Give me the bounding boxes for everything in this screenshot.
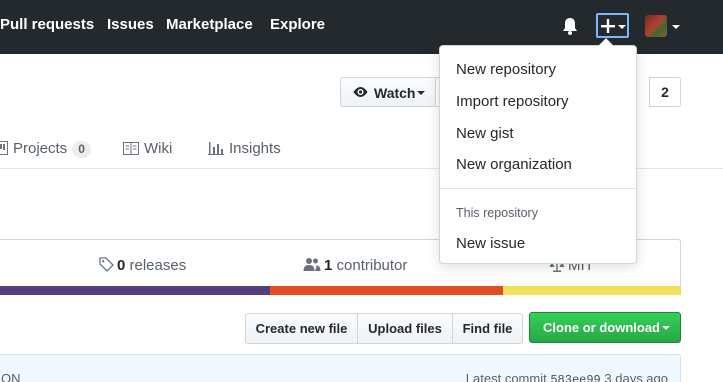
watch-button[interactable]: Watch	[340, 77, 436, 107]
contributors-count: 1	[324, 257, 333, 274]
upload-files-button[interactable]: Upload files	[357, 313, 453, 344]
latest-commit-info: Latest commit 583ee99 3 days ago	[466, 371, 668, 382]
releases-link[interactable]: 0 releases	[99, 257, 186, 274]
tag-icon	[99, 257, 114, 272]
menu-section-header: This repository	[456, 206, 538, 220]
releases-label: releases	[129, 257, 187, 274]
commit-message-fragment[interactable]: ON	[1, 371, 21, 382]
menu-divider	[440, 188, 636, 189]
nav-pull-requests[interactable]: Pull requests	[0, 16, 94, 33]
language-segment[interactable]	[0, 286, 270, 295]
eye-icon	[353, 87, 368, 97]
create-new-button[interactable]	[596, 13, 629, 38]
tab-wiki-label: Wiki	[144, 140, 173, 157]
latest-commit-label: Latest commit	[465, 371, 547, 382]
contributors-link[interactable]: 1 contributor	[303, 257, 407, 274]
clone-download-button[interactable]: Clone or download	[529, 312, 681, 343]
chevron-down-icon	[417, 91, 425, 95]
project-icon	[0, 141, 8, 159]
releases-count: 0	[117, 257, 126, 274]
commit-tease: ON Latest commit 583ee99 3 days ago	[0, 354, 681, 382]
avatar-caret-icon[interactable]	[672, 25, 680, 29]
nav-issues[interactable]: Issues	[107, 16, 154, 33]
create-new-dropdown: New repository Import repository New gis…	[439, 38, 637, 264]
menu-item-new-gist[interactable]: New gist	[456, 125, 514, 142]
menu-item-new-repository[interactable]: New repository	[456, 61, 556, 78]
nav-explore[interactable]: Explore	[270, 16, 325, 33]
fork-count[interactable]: 2	[649, 77, 681, 107]
menu-item-import-repository[interactable]: Import repository	[456, 93, 569, 110]
tab-insights-label: Insights	[229, 140, 281, 157]
chevron-down-icon	[662, 326, 670, 330]
tab-insights[interactable]: Insights	[208, 140, 281, 159]
contributors-label: contributor	[336, 257, 408, 274]
menu-item-new-issue[interactable]: New issue	[456, 235, 525, 252]
projects-counter: 0	[72, 141, 91, 158]
bell-icon[interactable]	[562, 17, 578, 35]
book-icon	[123, 142, 139, 159]
people-icon	[303, 258, 321, 271]
tab-wiki[interactable]: Wiki	[123, 140, 172, 159]
graph-icon	[208, 141, 224, 159]
language-segment[interactable]	[503, 286, 681, 295]
nav-marketplace[interactable]: Marketplace	[166, 16, 253, 33]
tab-projects-label: Projects	[13, 140, 68, 157]
commit-sha[interactable]: 583ee99	[550, 373, 600, 382]
clone-download-label: Clone or download	[543, 320, 660, 335]
create-new-file-button[interactable]: Create new file	[245, 313, 358, 344]
find-file-button[interactable]: Find file	[452, 313, 523, 344]
menu-item-new-organization[interactable]: New organization	[456, 156, 572, 173]
watch-label: Watch	[374, 85, 416, 101]
plus-icon	[601, 19, 626, 33]
commit-age: 3 days ago	[604, 371, 668, 382]
tab-projects[interactable]: Projects 0	[0, 140, 91, 159]
avatar[interactable]	[645, 15, 667, 37]
language-segment[interactable]	[270, 286, 503, 295]
